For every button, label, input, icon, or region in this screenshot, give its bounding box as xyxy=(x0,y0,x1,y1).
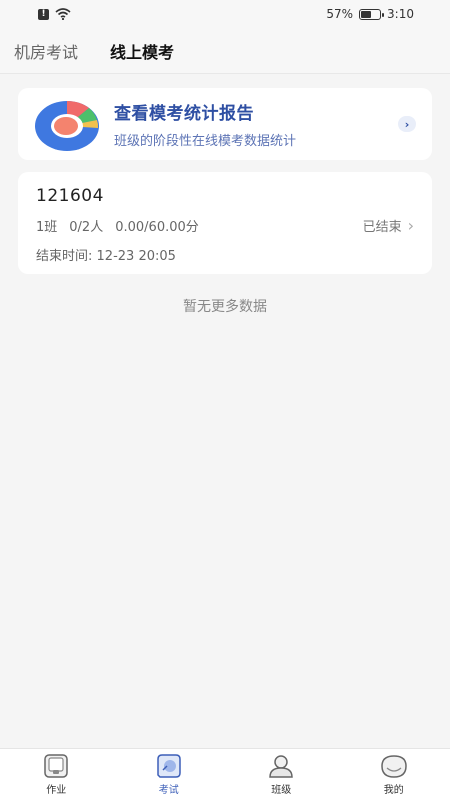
bottom-nav: 作业 考试 班级 我的 xyxy=(0,748,450,800)
status-right: 57% 3:10 xyxy=(326,7,414,21)
battery-icon xyxy=(359,8,385,20)
nav-exam[interactable]: 考试 xyxy=(113,749,226,800)
class-icon xyxy=(269,755,294,778)
no-more-data: 暂无更多数据 xyxy=(183,299,267,315)
exam-info: 1班 0/2人 0.00/60.00分 xyxy=(36,216,414,235)
report-title: 查看模考统计报告 xyxy=(114,104,254,124)
exam-name: 121604 xyxy=(36,186,104,206)
report-text: 查看模考统计报告 班级的阶段性在线模考数据统计 xyxy=(114,99,296,149)
donut-chart-icon xyxy=(35,101,99,151)
exam-count: 0/2人 xyxy=(69,220,104,235)
report-subtitle: 班级的阶段性在线模考数据统计 xyxy=(114,134,297,149)
nav-label-homework: 作业 xyxy=(46,785,67,796)
nav-profile[interactable]: 我的 xyxy=(338,749,450,800)
chevron-right-icon[interactable]: › xyxy=(398,116,416,132)
mock-report-card[interactable]: 查看模考统计报告 班级的阶段性在线模考数据统计 › xyxy=(18,88,432,160)
tab-computer-room-exam[interactable]: 机房考试 xyxy=(14,39,78,63)
nav-label-profile: 我的 xyxy=(383,785,404,796)
nav-label-class: 班级 xyxy=(271,785,292,796)
status-bar: ! 57% 3:10 xyxy=(0,0,450,28)
nav-label-exam: 考试 xyxy=(158,785,179,796)
exam-class: 1班 xyxy=(36,220,58,235)
alert-icon: ! xyxy=(38,8,49,20)
profile-icon xyxy=(380,755,407,778)
exam-card[interactable]: 121604 1班 0/2人 0.00/60.00分 结束时间: 12-23 2… xyxy=(18,172,432,274)
homework-icon xyxy=(44,754,68,778)
wifi-icon xyxy=(55,8,71,20)
exam-end-time-label: 结束时间: xyxy=(36,249,93,264)
exam-status-label: 已结束 xyxy=(362,220,402,235)
exam-end-time: 12-23 20:05 xyxy=(96,249,176,264)
top-tabs: 机房考试 线上模考 xyxy=(0,28,450,74)
status-left: ! xyxy=(38,8,71,20)
exam-status[interactable]: 已结束 › xyxy=(363,216,414,235)
exam-score: 0.00/60.00分 xyxy=(115,220,199,235)
exam-end-time-row: 结束时间: 12-23 20:05 xyxy=(36,245,414,264)
nav-class[interactable]: 班级 xyxy=(225,749,338,800)
nav-homework[interactable]: 作业 xyxy=(0,749,113,800)
chevron-right-icon: › xyxy=(407,216,414,235)
tab-online-mock-exam[interactable]: 线上模考 xyxy=(110,39,174,63)
battery-percent: 57% xyxy=(326,7,354,21)
clock: 3:10 xyxy=(387,7,414,21)
exam-icon xyxy=(157,754,181,778)
